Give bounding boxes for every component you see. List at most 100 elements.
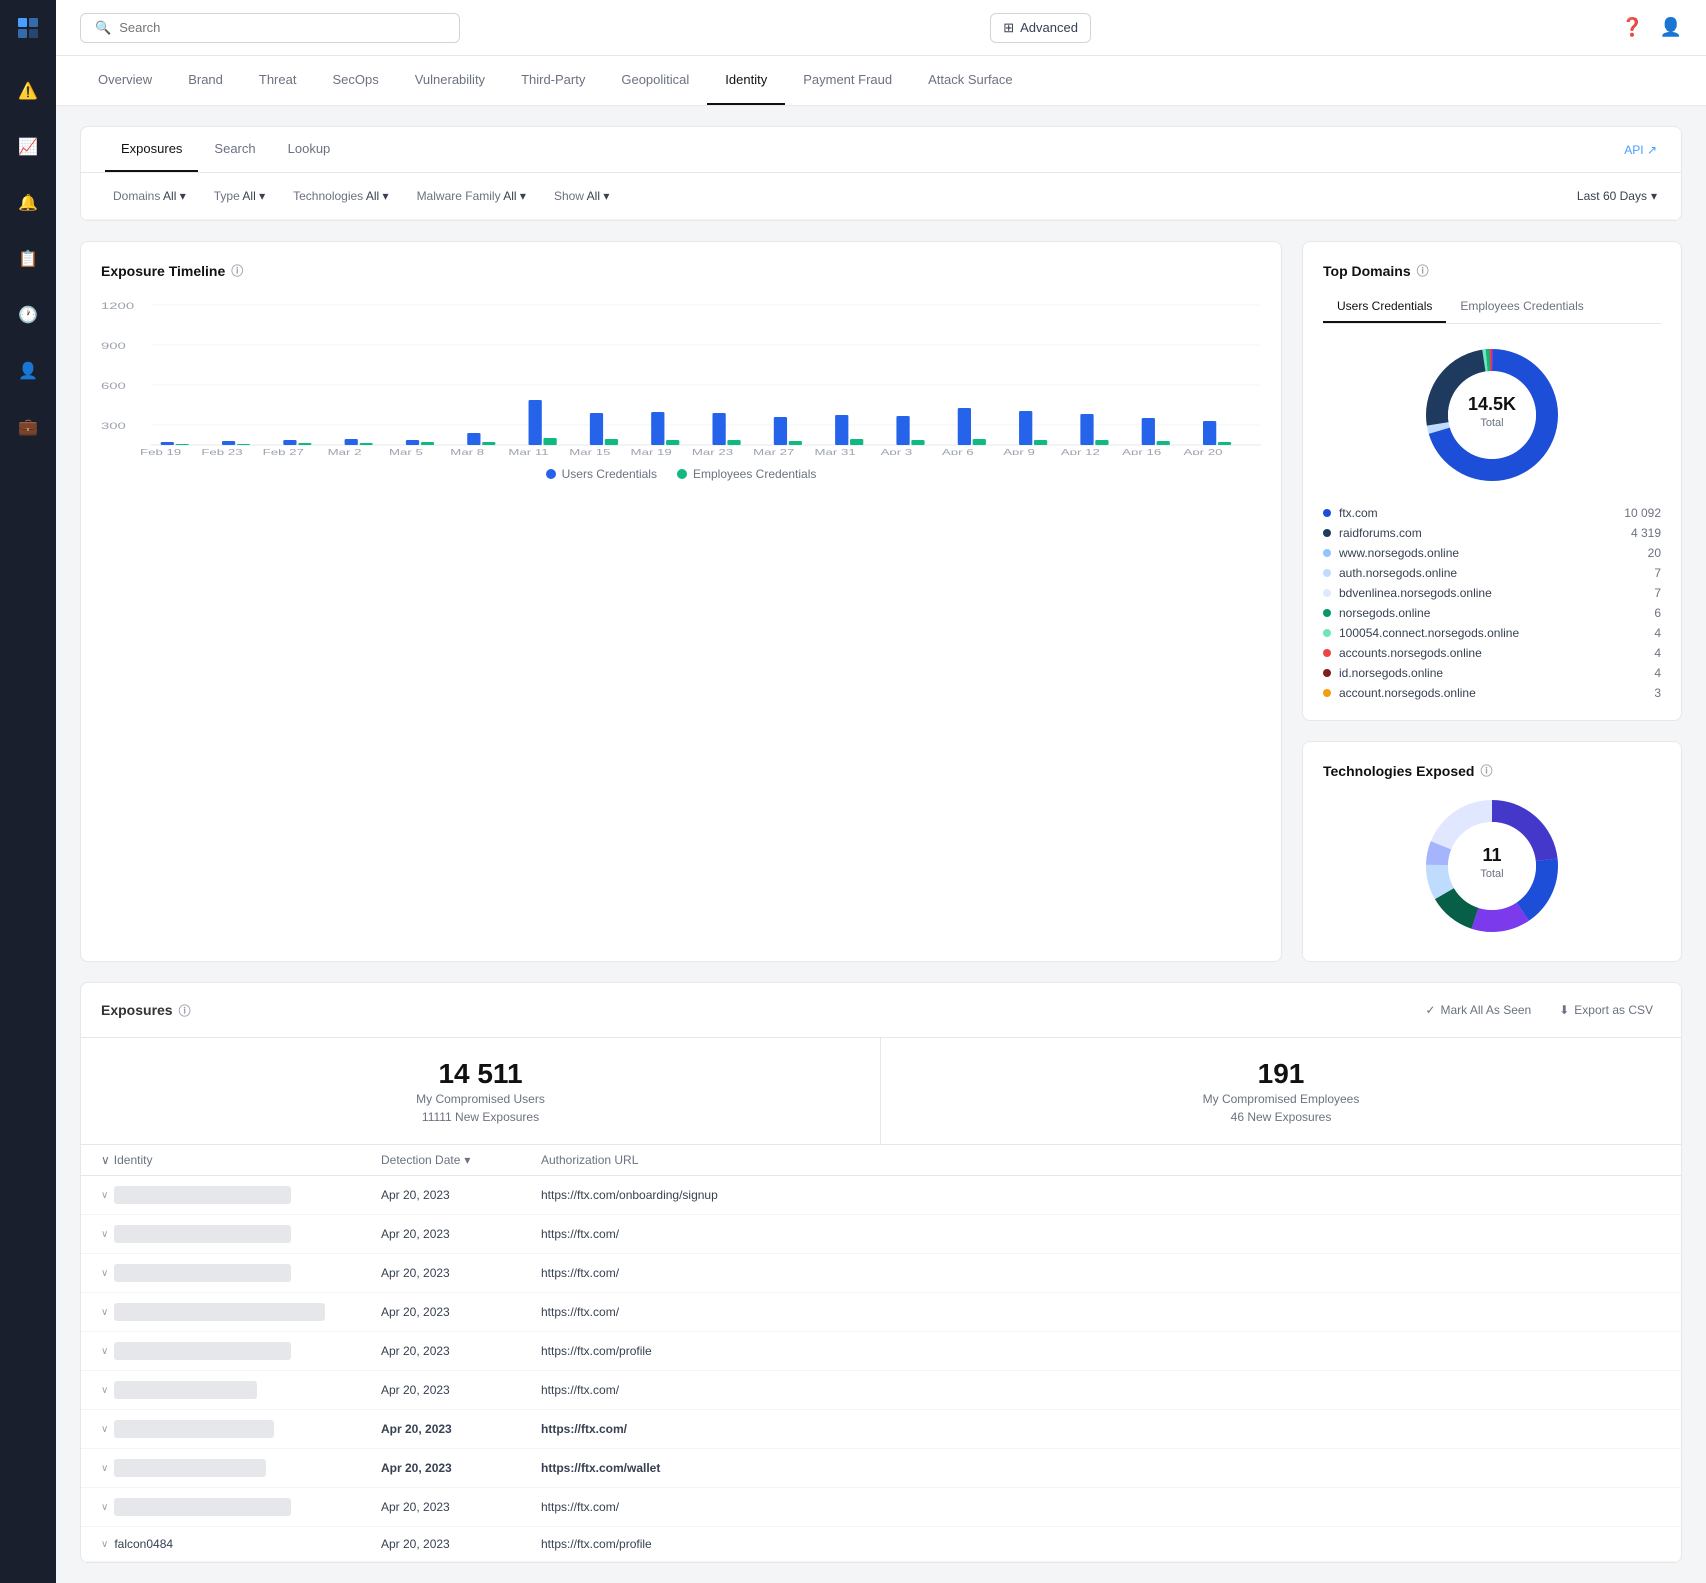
tab-vulnerability[interactable]: Vulnerability [397, 56, 503, 105]
chart-legend: Users Credentials Employees Credentials [101, 467, 1261, 481]
tab-attack-surface[interactable]: Attack Surface [910, 56, 1031, 105]
domain-row-ftx: ftx.com 10 092 [1323, 506, 1661, 520]
tab-identity[interactable]: Identity [707, 56, 785, 105]
svg-text:11: 11 [1482, 845, 1501, 865]
expand-icon[interactable]: ∨ [101, 1424, 108, 1435]
table-header: ∨ Identity Detection Date ▾ Authorizatio… [81, 1145, 1681, 1176]
compromised-employees-stat: 191 My Compromised Employees 46 New Expo… [881, 1038, 1681, 1144]
sidebar-icon-clock[interactable]: 🕐 [10, 297, 46, 333]
tab-overview[interactable]: Overview [80, 56, 170, 105]
expand-icon[interactable]: ∨ [101, 1268, 108, 1279]
sub-tab-exposures[interactable]: Exposures [105, 127, 198, 172]
technologies-filter[interactable]: Technologies All ▾ [285, 185, 396, 207]
download-icon: ⬇ [1559, 1003, 1569, 1017]
exposure-table: ∨ Identity Detection Date ▾ Authorizatio… [81, 1145, 1681, 1562]
td-identity: ∨████████@gmail.com [101, 1381, 381, 1399]
domain-name: raidforums.com [1339, 526, 1422, 540]
checkmark-icon: ✓ [1425, 1003, 1435, 1017]
panel-tab-users-creds[interactable]: Users Credentials [1323, 291, 1446, 323]
expand-icon[interactable]: ∨ [101, 1229, 108, 1240]
search-input[interactable] [119, 20, 445, 35]
mark-all-seen-button[interactable]: ✓ Mark All As Seen [1417, 999, 1539, 1021]
td-identity: ∨████████████@gmail.com [101, 1498, 381, 1516]
date-range-label: Last 60 Days [1577, 189, 1647, 203]
td-identity: ∨████████████@gmail.com [101, 1225, 381, 1243]
sidebar: ⚠️ 📈 🔔 📋 🕐 👤 💼 [0, 0, 56, 1583]
api-label: API ↗ [1624, 143, 1657, 157]
table-row: ∨████████████@gmail.com Apr 20, 2023 htt… [81, 1254, 1681, 1293]
compromised-users-new: 11111 New Exposures [101, 1110, 860, 1124]
bar-chart-svg: 1200 900 600 300 [101, 295, 1261, 455]
domain-left: id.norsegods.online [1323, 666, 1443, 680]
svg-text:Apr 12: Apr 12 [1061, 448, 1100, 455]
type-filter[interactable]: Type All ▾ [206, 185, 273, 207]
sub-tabs-bar: Exposures Search Lookup API ↗ [81, 127, 1681, 173]
expand-icon[interactable]: ∨ [101, 1307, 108, 1318]
td-date: Apr 20, 2023 [381, 1227, 541, 1241]
expand-icon[interactable]: ∨ [101, 1385, 108, 1396]
td-identity: ∨████████████@gmail.com [101, 1264, 381, 1282]
expand-icon[interactable]: ∨ [101, 1346, 108, 1357]
domains-filter[interactable]: Domains All ▾ [105, 185, 194, 207]
panel-tab-employees-creds[interactable]: Employees Credentials [1446, 291, 1597, 323]
search-box[interactable]: 🔍 [80, 13, 460, 43]
sub-tab-search[interactable]: Search [198, 127, 271, 172]
td-url: https://ftx.com/ [541, 1266, 1661, 1280]
sidebar-icon-user[interactable]: 👤 [10, 353, 46, 389]
help-icon[interactable]: ❓ [1621, 17, 1643, 38]
domain-count: 10 092 [1624, 506, 1661, 520]
table-row: ∨████████████@gmail.com Apr 20, 2023 htt… [81, 1488, 1681, 1527]
svg-text:300: 300 [101, 421, 126, 431]
advanced-button[interactable]: ⊞ Advanced [990, 13, 1091, 43]
expand-icon[interactable]: ∨ [101, 1463, 108, 1474]
domain-left: norsegods.online [1323, 606, 1430, 620]
tab-brand[interactable]: Brand [170, 56, 241, 105]
domain-dot [1323, 549, 1331, 557]
tech-help-icon[interactable]: ⓘ [1480, 762, 1492, 779]
tab-threat[interactable]: Threat [241, 56, 315, 105]
sub-tab-lookup[interactable]: Lookup [272, 127, 347, 172]
show-filter[interactable]: Show All ▾ [546, 185, 617, 207]
sidebar-icon-list[interactable]: 📋 [10, 241, 46, 277]
sidebar-icon-briefcase[interactable]: 💼 [10, 409, 46, 445]
malware-family-filter[interactable]: Malware Family All ▾ [409, 185, 534, 207]
table-row: ∨████████████@gmail.com Apr 20, 2023 htt… [81, 1176, 1681, 1215]
main-card: Exposures Search Lookup API ↗ Domains Al… [80, 126, 1682, 221]
exposures-help-icon[interactable]: ⓘ [179, 1002, 191, 1019]
domain-row-norsegods: norsegods.online 6 [1323, 606, 1661, 620]
sort-down-icon: ▾ [464, 1153, 470, 1167]
domain-row-accounts-norsegods: accounts.norsegods.online 4 [1323, 646, 1661, 660]
sidebar-icon-alert[interactable]: ⚠️ [10, 73, 46, 109]
td-identity: ∨████████████████@gmail.com [101, 1303, 381, 1321]
th-identity[interactable]: ∨ Identity [101, 1153, 381, 1167]
export-csv-button[interactable]: ⬇ Export as CSV [1551, 999, 1661, 1021]
domain-name: account.norsegods.online [1339, 686, 1476, 700]
td-url: https://ftx.com/ [541, 1383, 1661, 1397]
sidebar-icon-bell[interactable]: 🔔 [10, 185, 46, 221]
tab-payment-fraud[interactable]: Payment Fraud [785, 56, 910, 105]
td-date: Apr 20, 2023 [381, 1422, 541, 1436]
td-url: https://ftx.com/profile [541, 1344, 1661, 1358]
tab-secops[interactable]: SecOps [314, 56, 396, 105]
domain-count: 4 [1654, 646, 1661, 660]
expand-icon[interactable]: ∨ [101, 1502, 108, 1513]
date-filter[interactable]: Last 60 Days ▾ [1577, 189, 1657, 203]
user-icon[interactable]: 👤 [1660, 17, 1682, 38]
sidebar-icon-chart[interactable]: 📈 [10, 129, 46, 165]
chart-help-icon[interactable]: ⓘ [231, 262, 243, 279]
tab-geopolitical[interactable]: Geopolitical [603, 56, 707, 105]
svg-text:14.5K: 14.5K [1468, 394, 1516, 414]
top-domains-help-icon[interactable]: ⓘ [1417, 262, 1429, 279]
td-date: Apr 20, 2023 [381, 1305, 541, 1319]
chart-title: Exposure Timeline ⓘ [101, 262, 1261, 279]
tab-third-party[interactable]: Third-Party [503, 56, 603, 105]
svg-text:Total: Total [1480, 868, 1503, 880]
expand-icon[interactable]: ∨ [101, 1539, 108, 1550]
domain-dot [1323, 669, 1331, 677]
technologies-exposed-card: Technologies Exposed ⓘ [1302, 741, 1682, 962]
expand-icon[interactable]: ∨ [101, 1190, 108, 1201]
domains-filter-label: Domains All ▾ [113, 189, 186, 203]
compromised-employees-new: 46 New Exposures [901, 1110, 1661, 1124]
th-detection-date[interactable]: Detection Date ▾ [381, 1153, 541, 1167]
api-link[interactable]: API ↗ [1624, 143, 1657, 157]
